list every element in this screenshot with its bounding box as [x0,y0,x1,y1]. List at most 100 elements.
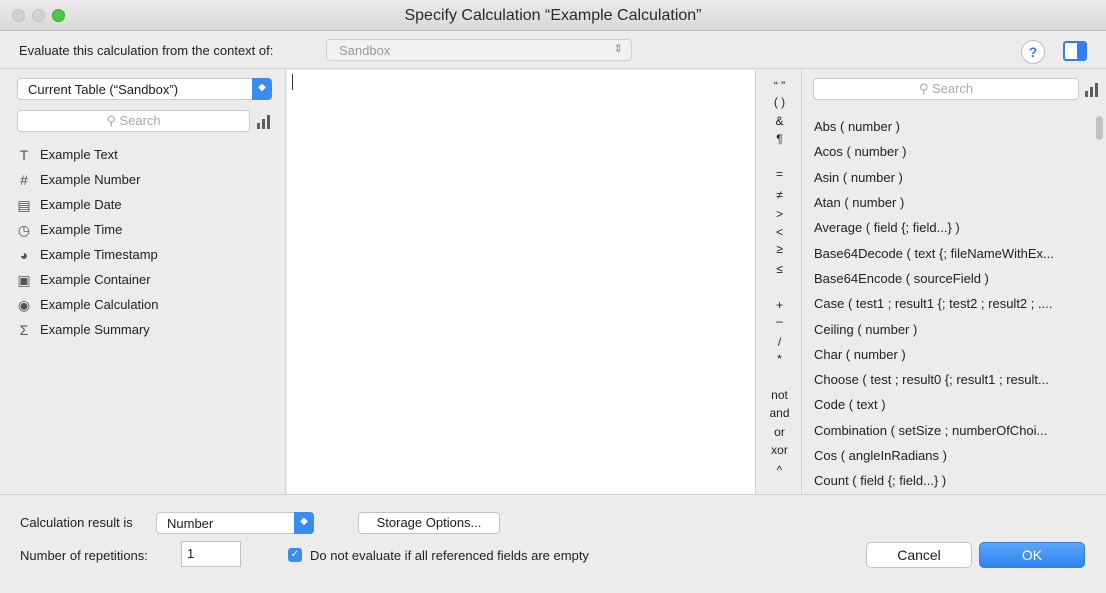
function-list: Abs ( number ) Acos ( number ) Asin ( numb… [814,114,1084,494]
number-icon: # [20,171,28,188]
operator-button[interactable]: * [757,352,802,366]
sort-bars-icon[interactable] [1085,83,1099,97]
field-item-label: Example Date [40,197,122,212]
calendar-icon: ▤ [17,196,31,213]
text-caret [292,74,293,90]
function-item[interactable]: Average ( field {; field...} ) [814,215,1084,240]
function-item[interactable]: Abs ( number ) [814,114,1084,139]
formula-editor[interactable] [287,70,756,494]
operator-button[interactable]: ¶ [757,132,802,146]
function-item[interactable]: Case ( test1 ; result1 {; test2 ; result… [814,291,1084,316]
toggle-panel-button[interactable] [1063,41,1087,63]
calculation-icon: ◉ [17,296,31,313]
scrollbar-thumb[interactable] [1096,116,1103,140]
fields-search-placeholder: Search [119,113,161,128]
functions-scrollbar[interactable] [1094,110,1104,494]
operator-button[interactable]: and [757,406,802,420]
function-item[interactable]: Char ( number ) [814,342,1084,367]
operator-button[interactable]: = [757,167,802,181]
field-item[interactable]: ◕ Example Timestamp [16,242,159,267]
function-item[interactable]: Base64Encode ( sourceField ) [814,266,1084,291]
operator-button[interactable]: xor [757,443,802,457]
do-not-evaluate-label[interactable]: Do not evaluate if all referenced fields… [310,548,589,563]
updown-arrows-icon: ◆ [252,78,272,100]
operator-button[interactable]: ≥ [757,242,802,256]
function-item[interactable]: Combination ( setSize ; numberOfChoi... [814,418,1084,443]
storage-options-button[interactable]: Storage Options... [358,512,500,534]
result-type-label: Calculation result is [20,515,133,530]
updown-arrows-icon: ◆ [294,512,314,534]
field-item-label: Example Time [40,222,123,237]
function-item[interactable]: Code ( text ) [814,392,1084,417]
text-icon: T [19,146,29,163]
fields-pane: Current Table (“Sandbox”) ◆ ⚲ Search T Ex… [0,70,286,494]
operator-button[interactable]: + [757,298,802,312]
window-title: Specify Calculation “Example Calculation… [404,7,702,24]
search-icon: ⚲ [106,113,116,128]
operator-button[interactable]: or [757,425,802,439]
result-type-select[interactable]: Number ◆ [156,512,314,534]
title-bar: Specify Calculation “Example Calculation… [0,0,1106,31]
operator-button[interactable]: not [757,388,802,402]
summary-icon: Σ [19,321,29,338]
function-item[interactable]: Base64Decode ( text {; fileNameWithEx... [814,240,1084,265]
operator-button[interactable]: / [757,335,802,349]
function-item[interactable]: Count ( field {; field...} ) [814,468,1084,493]
function-item[interactable]: Choose ( test ; result0 {; result1 ; res… [814,367,1084,392]
operator-button[interactable]: < [757,225,802,239]
operator-button[interactable]: & [757,114,802,128]
field-list: T Example Text # Example Number ▤ Example Dat… [16,142,159,342]
operator-button[interactable]: – [757,314,802,328]
field-item-label: Example Number [40,172,141,187]
operator-button[interactable]: > [757,207,802,221]
field-item[interactable]: T Example Text [16,142,159,167]
field-item[interactable]: ◉ Example Calculation [16,292,159,317]
bottom-bar: Calculation result is Number ◆ Storage O… [0,494,1106,593]
result-type-value: Number [167,516,214,531]
operator-button[interactable]: ^ [757,463,802,477]
field-item[interactable]: Σ Example Summary [16,317,159,342]
field-item-label: Example Calculation [40,297,159,312]
field-item[interactable]: ◷ Example Time [16,217,159,242]
sidebar-panel-fill [1077,43,1085,59]
updown-arrows-icon: ⇕ [613,43,623,55]
clock-icon: ◷ [17,221,31,238]
function-item[interactable]: Asin ( number ) [814,165,1084,190]
context-select[interactable]: Sandbox ⇕ [326,39,632,61]
ok-button[interactable]: OK [979,542,1085,568]
repetitions-label: Number of repetitions: [20,548,148,563]
search-icon: ⚲ [918,81,929,96]
operator-button[interactable]: ≠ [757,188,802,202]
functions-search-input[interactable]: ⚲ Search [813,78,1079,100]
fields-search-input[interactable]: ⚲ Search [17,110,250,132]
operator-button[interactable]: ≤ [757,262,802,276]
operator-button[interactable]: ( ) [757,95,802,109]
functions-search-placeholder: Search [931,81,974,96]
operator-button[interactable]: “ ” [757,79,802,93]
operators-column: “ ” ( ) & ¶ = ≠ > < ≥ ≤ + – / * not and or xor ^ [757,70,802,494]
context-row: Evaluate this calculation from the conte… [0,31,1106,69]
timestamp-icon: ◕ [19,246,29,263]
field-item[interactable]: ▣ Example Container [16,267,159,292]
function-item[interactable]: Cos ( angleInRadians ) [814,443,1084,468]
function-item[interactable]: Ceiling ( number ) [814,316,1084,341]
field-item[interactable]: # Example Number [16,167,159,192]
table-select-value: Current Table (“Sandbox”) [28,82,179,97]
do-not-evaluate-checkbox[interactable]: ✓ [288,548,302,562]
repetitions-input[interactable]: 1 [181,541,241,567]
field-item[interactable]: ▤ Example Date [16,192,159,217]
image-icon: ▣ [17,271,31,288]
context-select-value: Sandbox [339,43,391,58]
field-item-label: Example Timestamp [40,247,158,262]
field-item-label: Example Summary [40,322,150,337]
field-item-label: Example Text [40,147,118,162]
cancel-button[interactable]: Cancel [866,542,972,568]
functions-pane: ⚲ Search Abs ( number ) Acos ( number ) As… [802,70,1106,494]
help-button[interactable]: ? [1021,40,1045,64]
context-label: Evaluate this calculation from the conte… [19,43,274,58]
field-item-label: Example Container [40,272,151,287]
function-item[interactable]: Atan ( number ) [814,190,1084,215]
table-select[interactable]: Current Table (“Sandbox”) ◆ [17,78,272,100]
sort-bars-icon[interactable] [257,115,271,129]
function-item[interactable]: Acos ( number ) [814,139,1084,164]
